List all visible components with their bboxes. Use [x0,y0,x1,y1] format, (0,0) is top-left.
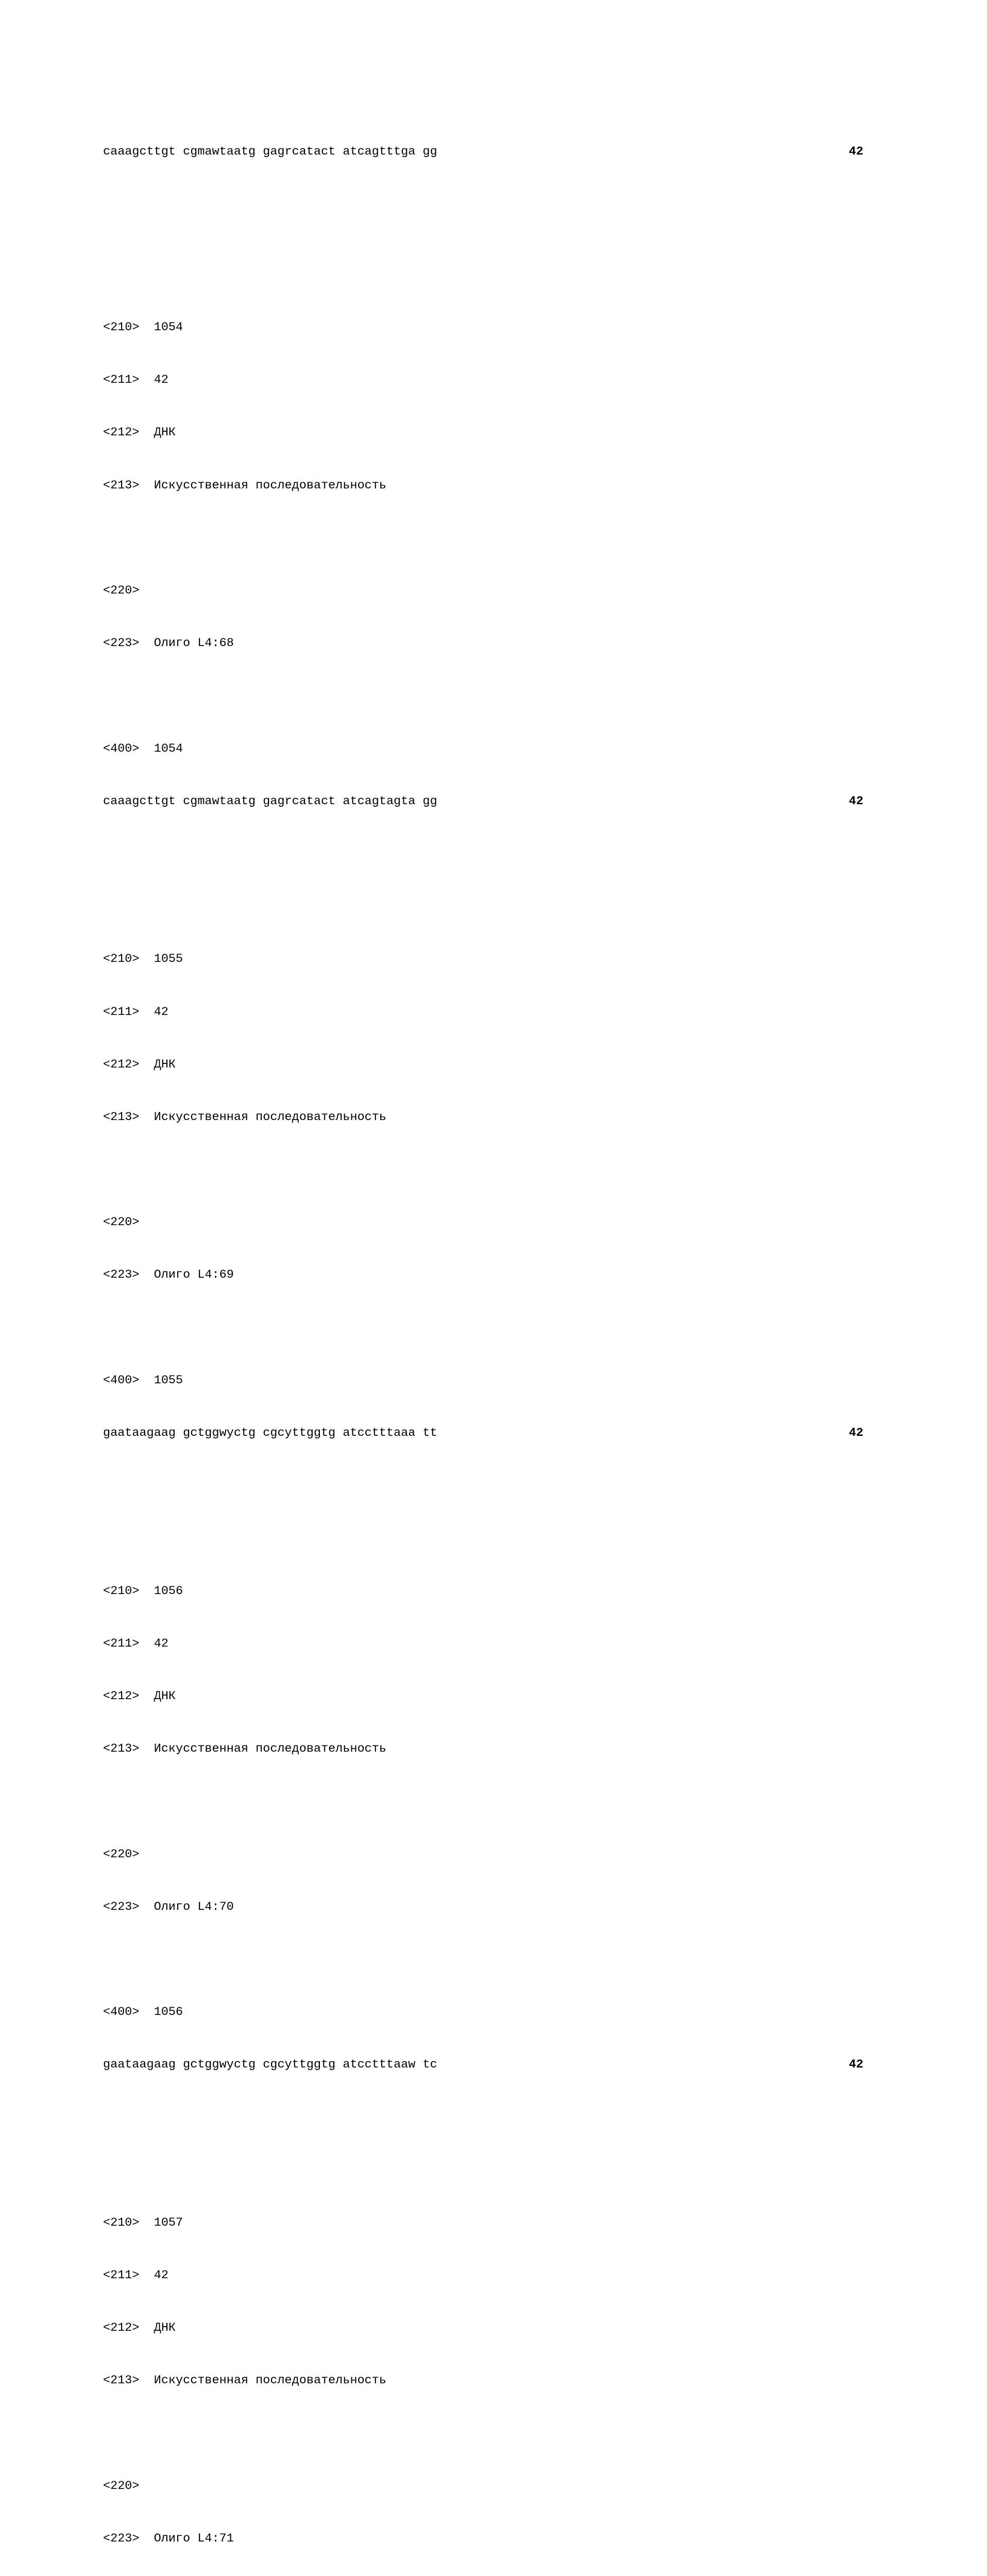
spacer [103,214,884,249]
spacer [103,1477,884,1512]
tag-212: <212> ДНК [103,424,884,442]
sequence-text: gaataagaag gctggwyctg cgcyttggtg atccttt… [103,1425,437,1442]
tag-400: <400> 1054 [103,740,884,758]
spacer [103,1951,884,1969]
spacer [103,2425,884,2443]
tag-213: <213> Искусственная последовательность [103,477,884,495]
spacer [103,2109,884,2144]
tag-220: <220> [103,2478,884,2495]
sequence-text: caaagcttgt cgmawtaatg gagrcatact atcagta… [103,793,437,810]
spacer [103,1161,884,1179]
tag-220: <220> [103,1214,884,1231]
sequence-length: 42 [849,143,884,161]
sequence-text: gaataagaag gctggwyctg cgcyttggtg atccttt… [103,2056,437,2074]
tag-211: <211> 42 [103,371,884,389]
tag-223: <223> Олиго L4:68 [103,635,884,652]
sequence-row: caaagcttgt cgmawtaatg gagrcatact atcagta… [103,793,884,810]
tag-400: <400> 1056 [103,2004,884,2021]
tag-210: <210> 1057 [103,2214,884,2232]
tag-210: <210> 1056 [103,1583,884,1600]
tag-212: <212> ДНК [103,1688,884,1705]
tag-223: <223> Олиго L4:70 [103,1899,884,1916]
sequence-length: 42 [849,1425,884,1442]
tag-213: <213> Искусственная последовательность [103,2372,884,2389]
tag-211: <211> 42 [103,1004,884,1021]
tag-212: <212> ДНК [103,2319,884,2337]
sequence-length: 42 [849,2056,884,2074]
sequence-length: 42 [849,793,884,810]
tag-223: <223> Олиго L4:69 [103,1266,884,1284]
tag-213: <213> Искусственная последовательность [103,1740,884,1758]
tag-400: <400> 1055 [103,1372,884,1389]
spacer [103,530,884,547]
spacer [103,687,884,705]
tag-210: <210> 1055 [103,951,884,968]
sequence-text: caaagcttgt cgmawtaatg gagrcatact atcagtt… [103,143,437,161]
sequence-listing-page: caaagcttgt cgmawtaatg gagrcatact atcagtt… [0,91,987,2576]
tag-213: <213> Искусственная последовательность [103,1109,884,1126]
sequence-row: gaataagaag gctggwyctg cgcyttggtg atccttt… [103,2056,884,2074]
tag-211: <211> 42 [103,2267,884,2284]
tag-220: <220> [103,582,884,600]
spacer [103,1319,884,1337]
spacer [103,845,884,880]
spacer [103,1793,884,1810]
tag-220: <220> [103,1846,884,1863]
tag-212: <212> ДНК [103,1056,884,1074]
sequence-row: gaataagaag gctggwyctg cgcyttggtg atccttt… [103,1425,884,1442]
tag-210: <210> 1054 [103,319,884,336]
sequence-row: caaagcttgt cgmawtaatg gagrcatact atcagtt… [103,143,884,161]
tag-223: <223> Олиго L4:71 [103,2530,884,2548]
tag-211: <211> 42 [103,1635,884,1653]
